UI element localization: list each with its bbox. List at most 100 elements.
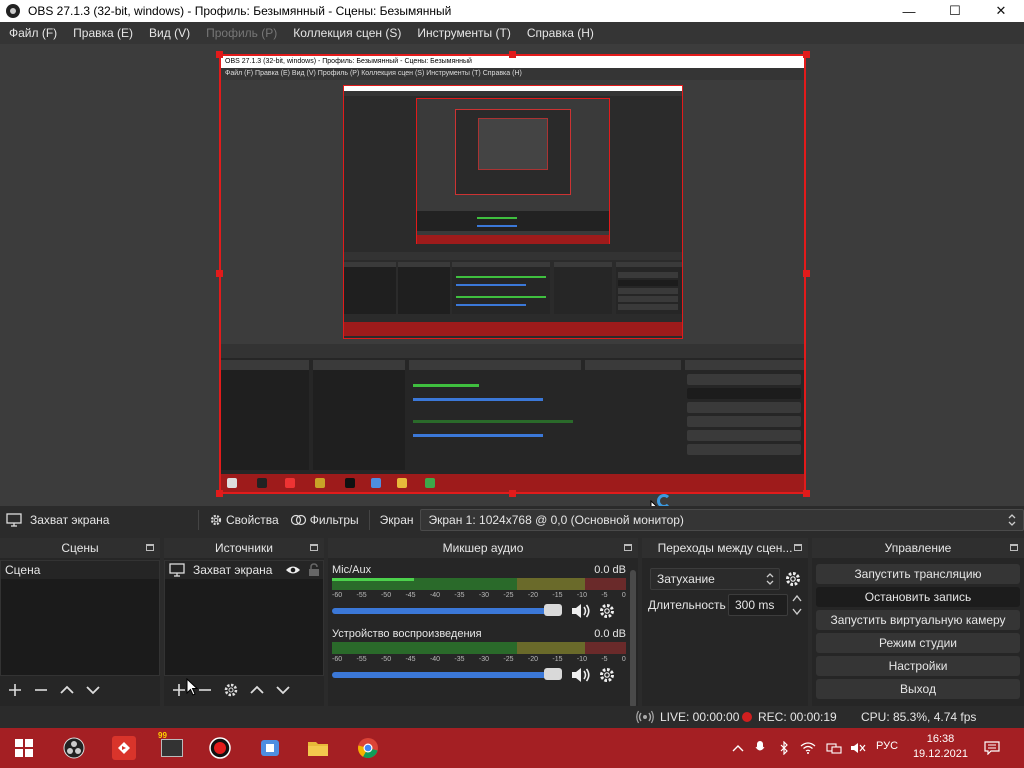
source-properties-button[interactable]: [220, 679, 242, 701]
scene-item[interactable]: Сцена: [1, 561, 159, 579]
minimize-button[interactable]: —: [886, 0, 932, 22]
microphone-icon[interactable]: [752, 740, 768, 756]
channel-name: Устройство воспроизведения: [332, 628, 482, 640]
wifi-icon[interactable]: [800, 740, 816, 756]
chevron-down-icon: [86, 686, 100, 695]
speaker-icon[interactable]: [570, 666, 592, 684]
chrome-icon[interactable]: [356, 736, 380, 760]
volume-muted-icon[interactable]: [850, 740, 866, 756]
undock-icon[interactable]: [624, 544, 632, 551]
rec-time: REC: 00:00:19: [758, 710, 837, 724]
transition-select[interactable]: Затухание: [650, 568, 780, 590]
meter-tick-label: -10: [576, 656, 587, 663]
menu-view[interactable]: Вид (V): [144, 26, 195, 40]
resize-handle-b[interactable]: [509, 490, 516, 497]
file-explorer-icon[interactable]: [306, 736, 330, 760]
gear-icon[interactable]: [598, 666, 616, 684]
preview-canvas[interactable]: OBS 27.1.3 (32-bit, windows) - Профиль: …: [219, 54, 806, 494]
source-item[interactable]: Захват экрана: [165, 561, 323, 579]
menu-profile[interactable]: Профиль (P): [201, 26, 282, 40]
status-bar: LIVE: 00:00:00 REC: 00:00:19 CPU: 85.3%,…: [0, 706, 1024, 728]
remove-scene-button[interactable]: [30, 679, 52, 701]
menu-help[interactable]: Справка (H): [522, 26, 599, 40]
maximize-button[interactable]: ☐: [932, 0, 978, 22]
resize-handle-tl[interactable]: [216, 51, 223, 58]
stop-recording-button[interactable]: Остановить запись: [816, 587, 1020, 607]
meter-tick-label: -5: [601, 592, 608, 599]
menu-tools[interactable]: Инструменты (T): [412, 26, 515, 40]
mixer-scrollbar[interactable]: [630, 570, 636, 708]
exit-button[interactable]: Выход: [816, 679, 1020, 699]
menu-scene-collection[interactable]: Коллекция сцен (S): [288, 26, 406, 40]
resize-handle-bl[interactable]: [216, 490, 223, 497]
controls-dock-title: Управление: [884, 541, 952, 555]
meter-tick-label: -15: [552, 656, 563, 663]
undock-icon[interactable]: [310, 544, 318, 551]
windows-start-icon[interactable]: [12, 736, 36, 760]
properties-button[interactable]: Свойства: [203, 513, 285, 527]
eye-icon[interactable]: [285, 565, 301, 575]
media-app-icon[interactable]: [258, 736, 282, 760]
volume-fader-handle[interactable]: [544, 668, 562, 680]
studio-mode-button[interactable]: Режим студии: [816, 633, 1020, 653]
notifications-icon[interactable]: [984, 740, 1000, 756]
app-red-icon[interactable]: [112, 736, 136, 760]
move-scene-up-button[interactable]: [56, 679, 78, 701]
add-scene-button[interactable]: [4, 679, 26, 701]
meter-tick-label: -10: [576, 592, 587, 599]
settings-button[interactable]: Настройки: [816, 656, 1020, 676]
filters-label: Фильтры: [309, 513, 359, 527]
volume-fader-handle[interactable]: [544, 604, 562, 616]
meter-tick-label: -50: [380, 656, 392, 663]
record-app-icon[interactable]: [208, 736, 232, 760]
resize-handle-tr[interactable]: [803, 51, 810, 58]
window-titlebar: OBS 27.1.3 (32-bit, windows) - Профиль: …: [0, 0, 1024, 22]
volume-fader-track[interactable]: [332, 672, 552, 678]
preview-area[interactable]: OBS 27.1.3 (32-bit, windows) - Профиль: …: [0, 44, 1024, 518]
bluetooth-icon[interactable]: [776, 740, 792, 756]
start-streaming-button[interactable]: Запустить трансляцию: [816, 564, 1020, 584]
resize-handle-t[interactable]: [509, 51, 516, 58]
move-source-down-button[interactable]: [272, 679, 294, 701]
chevron-up-icon: [250, 685, 264, 694]
meter-tick-label: -60: [332, 592, 343, 599]
undock-icon[interactable]: [794, 544, 802, 551]
tray-expand-icon[interactable]: [730, 740, 746, 756]
move-scene-down-button[interactable]: [82, 679, 104, 701]
undock-icon[interactable]: [146, 544, 154, 551]
chevron-up-icon[interactable]: [791, 594, 803, 603]
gear-icon[interactable]: [784, 570, 802, 588]
filters-button[interactable]: Фильтры: [285, 513, 365, 527]
gear-icon[interactable]: [598, 602, 616, 620]
start-virtual-camera-button[interactable]: Запустить виртуальную камеру: [816, 610, 1020, 630]
rec-status: REC: 00:00:19: [742, 710, 837, 724]
terminal-app-icon[interactable]: 99: [158, 731, 184, 760]
meter-tick-label: -50: [380, 592, 392, 599]
close-button[interactable]: ✕: [978, 0, 1024, 22]
volume-fader-track[interactable]: [332, 608, 552, 614]
meter-tick-label: -15: [552, 592, 563, 599]
plus-icon: [173, 684, 185, 696]
speaker-icon[interactable]: [570, 602, 592, 620]
obs-taskbar-icon[interactable]: [62, 736, 86, 760]
chevron-down-icon[interactable]: [791, 607, 803, 616]
menu-edit[interactable]: Правка (E): [68, 26, 138, 40]
chevron-up-icon: [60, 685, 74, 694]
scenes-dock-header: Сцены: [0, 538, 160, 558]
screen-select[interactable]: Экран 1: 1024x768 @ 0,0 (Основной монито…: [419, 509, 1024, 531]
taskbar-clock[interactable]: 16:38 19.12.2021: [913, 732, 968, 762]
resize-handle-l[interactable]: [216, 270, 223, 277]
undock-icon[interactable]: [1010, 544, 1018, 551]
network-icon[interactable]: [826, 740, 842, 756]
scenes-toolbar: [0, 678, 160, 702]
menu-file[interactable]: Файл (F): [4, 26, 62, 40]
live-status: LIVE: 00:00:00: [636, 710, 739, 724]
resize-handle-br[interactable]: [803, 490, 810, 497]
input-language[interactable]: РУС: [876, 740, 898, 752]
scenes-list: Сцена: [0, 560, 160, 676]
meter-tick-label: 0: [621, 656, 626, 663]
resize-handle-r[interactable]: [803, 270, 810, 277]
move-source-up-button[interactable]: [246, 679, 268, 701]
duration-field[interactable]: 300 ms: [728, 594, 788, 616]
unlock-icon[interactable]: [308, 563, 320, 577]
